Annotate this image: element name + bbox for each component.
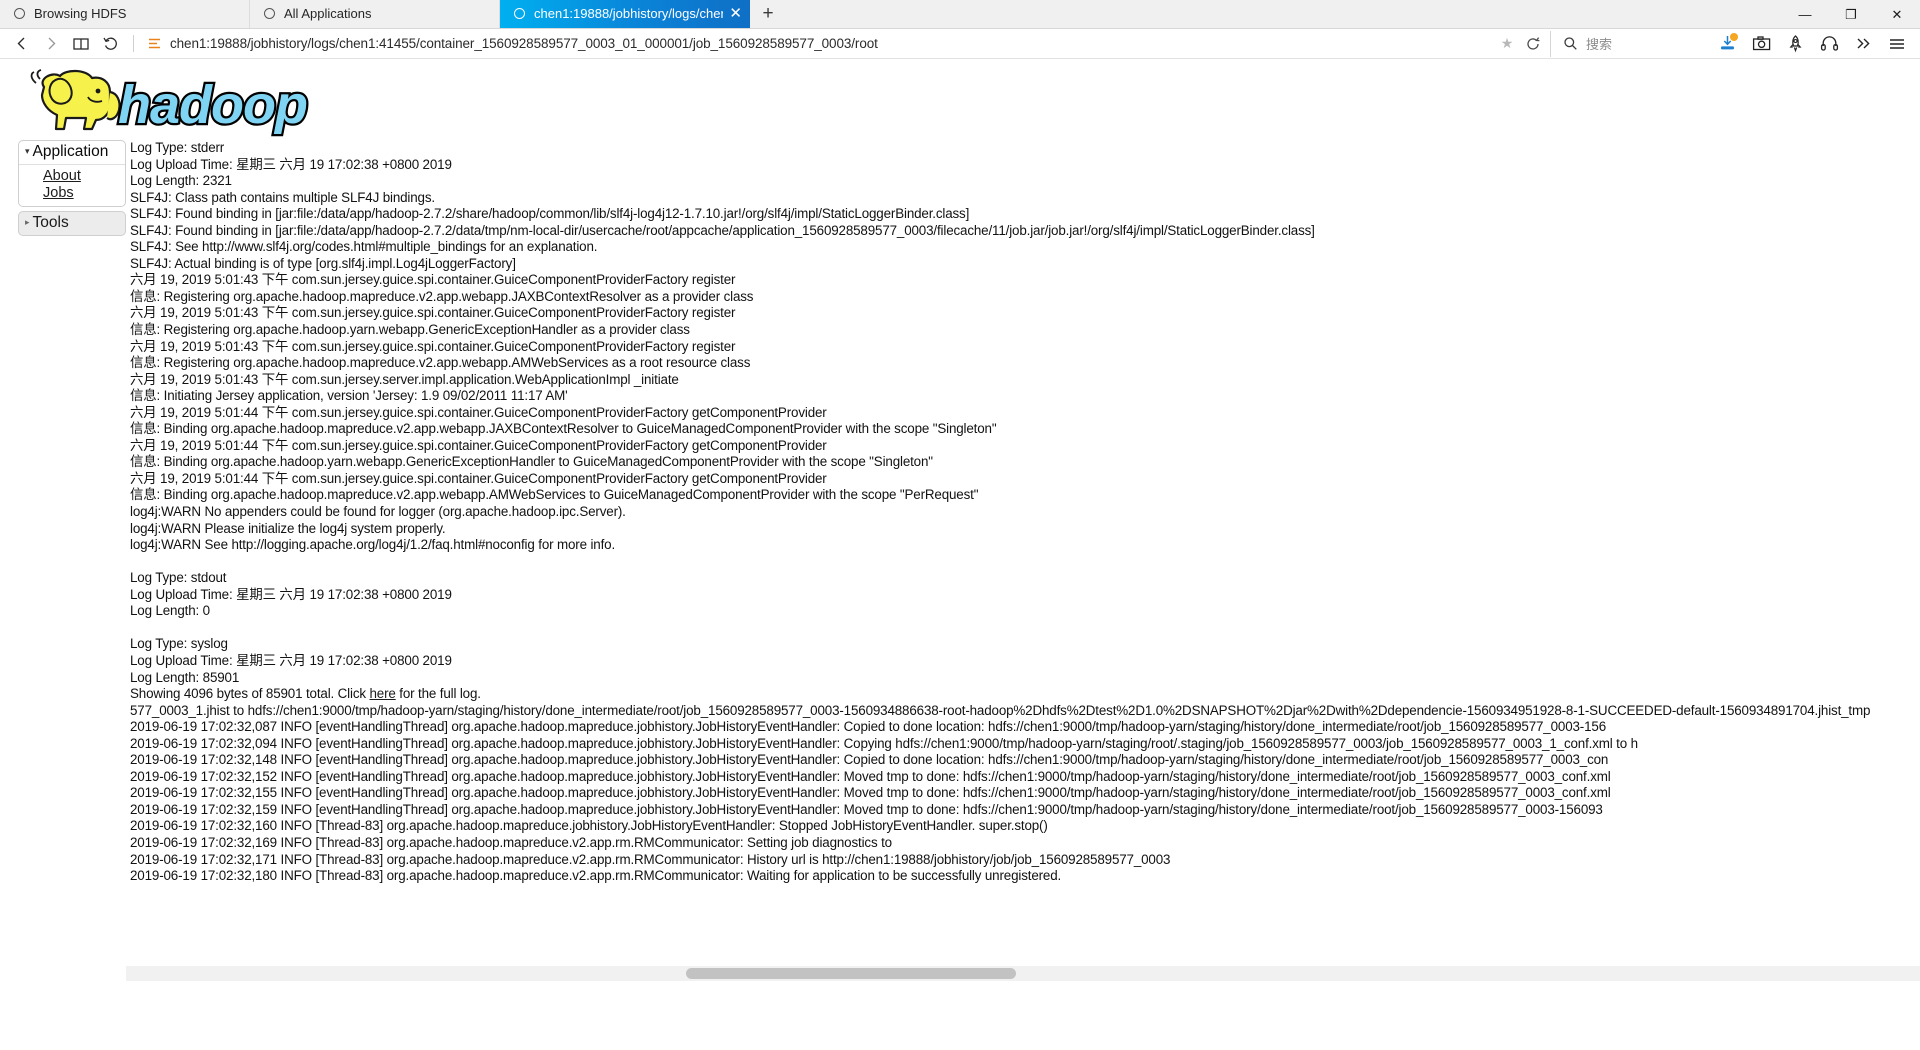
tab-title: All Applications xyxy=(284,6,372,21)
circle-favicon-icon xyxy=(514,8,525,19)
browser-tab-2-active[interactable]: chen1:19888/jobhistory/logs/chen1:4 ✕ xyxy=(500,0,750,28)
browser-toolbar: chen1:19888/jobhistory/logs/chen1:41455/… xyxy=(0,29,1920,59)
close-icon[interactable]: ✕ xyxy=(729,6,742,21)
sidebar-link-jobs[interactable]: Jobs xyxy=(43,185,125,202)
sidebar-links-application: About Jobs xyxy=(19,165,125,206)
main-layout: ▾ Application About Jobs ▸ Tools Log Type:… xyxy=(0,139,1920,981)
window-controls: — ❐ ✕ xyxy=(1782,0,1920,29)
search-icon xyxy=(1564,37,1577,50)
search-placeholder: 搜索 xyxy=(1586,37,1613,52)
log-syslog-type: Log Type: syslog xyxy=(130,636,228,652)
sidebar-section-label: Application xyxy=(32,143,109,160)
showing-prefix: Showing 4096 bytes of 85901 total. Click xyxy=(130,686,370,702)
log-syslog-body: 577_0003_1.jhist to hdfs://chen1:9000/tm… xyxy=(130,702,1871,884)
browser-tab-1[interactable]: All Applications xyxy=(250,0,500,28)
maximize-icon[interactable]: ❐ xyxy=(1828,0,1874,29)
log-content-panel: Log Type: stderr Log Upload Time: 星期三 六月… xyxy=(126,139,1920,981)
scrollbar-thumb[interactable] xyxy=(686,968,1016,979)
downloads-icon[interactable] xyxy=(1710,31,1744,57)
sidebar-section-tools[interactable]: ▸ Tools xyxy=(18,211,126,236)
browser-window: Browsing HDFS All Applications chen1:198… xyxy=(0,0,1920,1050)
full-log-link[interactable]: here xyxy=(370,686,396,701)
page-menu-icon[interactable] xyxy=(147,36,162,51)
svg-text:hadoop: hadoop xyxy=(118,75,307,135)
new-tab-button[interactable]: + xyxy=(750,0,786,28)
downloads-badge xyxy=(1730,32,1738,41)
browser-tab-0[interactable]: Browsing HDFS xyxy=(0,0,250,28)
hadoop-logo-header: hadoop xyxy=(0,59,1920,139)
sidebar-nav: ▾ Application About Jobs ▸ Tools xyxy=(0,139,126,240)
log-blank-2 xyxy=(130,620,1920,637)
log-stderr-upload-time: Log Upload Time: 星期三 六月 19 17:02:38 +080… xyxy=(130,156,452,172)
log-stderr-length: Log Length: 2321 xyxy=(130,173,232,189)
horizontal-scrollbar[interactable] xyxy=(126,966,1920,981)
log-syslog-upload-time: Log Upload Time: 星期三 六月 19 17:02:38 +080… xyxy=(130,652,452,668)
circle-favicon-icon xyxy=(14,8,25,19)
log-stdout-upload-time: Log Upload Time: 星期三 六月 19 17:02:38 +080… xyxy=(130,586,452,602)
forward-icon[interactable] xyxy=(36,31,66,57)
log-stderr-type: Log Type: stderr xyxy=(130,140,225,155)
headphones-icon[interactable] xyxy=(1812,31,1846,57)
url-text: chen1:19888/jobhistory/logs/chen1:41455/… xyxy=(170,36,878,51)
page-content: hadoop ▾Application About Jobs ▸Tools xyxy=(0,59,1920,1050)
rocket-icon[interactable] xyxy=(1778,31,1812,57)
reader-mode-icon[interactable] xyxy=(66,31,96,57)
sidebar-section-application: ▾ Application About Jobs xyxy=(18,140,126,207)
log-blank-1 xyxy=(130,554,1920,571)
address-bar[interactable]: chen1:19888/jobhistory/logs/chen1:41455/… xyxy=(141,31,1494,57)
circle-favicon-icon xyxy=(264,8,275,19)
close-window-icon[interactable]: ✕ xyxy=(1874,0,1920,29)
sidebar-section-header-application[interactable]: ▾ Application xyxy=(19,141,125,165)
menu-icon[interactable] xyxy=(1880,31,1914,57)
reload-icon[interactable] xyxy=(1520,36,1546,52)
tab-strip: Browsing HDFS All Applications chen1:198… xyxy=(0,0,1920,29)
sidebar-link-about[interactable]: About xyxy=(43,168,125,185)
minimize-icon[interactable]: — xyxy=(1782,0,1828,29)
log-syslog-showing: Showing 4096 bytes of 85901 total. Click… xyxy=(130,686,1920,703)
bookmark-star-icon[interactable]: ★ xyxy=(1494,35,1520,52)
log-stderr-body: SLF4J: Class path contains multiple SLF4… xyxy=(130,189,1315,553)
hadoop-logo-icon[interactable]: hadoop xyxy=(14,65,314,137)
sidebar-section-label: Tools xyxy=(32,214,69,231)
toolbar-divider xyxy=(133,35,134,52)
sidebar-section-header-tools[interactable]: ▸ Tools xyxy=(19,212,125,235)
screenshot-icon[interactable] xyxy=(1744,31,1778,57)
chevron-right-icon: ▸ xyxy=(25,217,30,227)
tab-title: Browsing HDFS xyxy=(34,6,127,21)
log-stdout-length: Log Length: 0 xyxy=(130,603,210,619)
log-stdout-type: Log Type: stdout xyxy=(130,570,227,586)
chevron-down-icon: ▾ xyxy=(25,146,30,156)
toolbar-right-icons xyxy=(1710,31,1914,57)
history-icon[interactable] xyxy=(96,31,126,57)
showing-suffix: for the full log. xyxy=(395,686,481,702)
log-syslog-length: Log Length: 85901 xyxy=(130,669,240,685)
back-icon[interactable] xyxy=(6,31,36,57)
search-box[interactable]: 搜索 xyxy=(1550,30,1706,57)
tab-title: chen1:19888/jobhistory/logs/chen1:4 xyxy=(534,6,723,21)
overflow-chevrons-icon[interactable] xyxy=(1846,31,1880,57)
